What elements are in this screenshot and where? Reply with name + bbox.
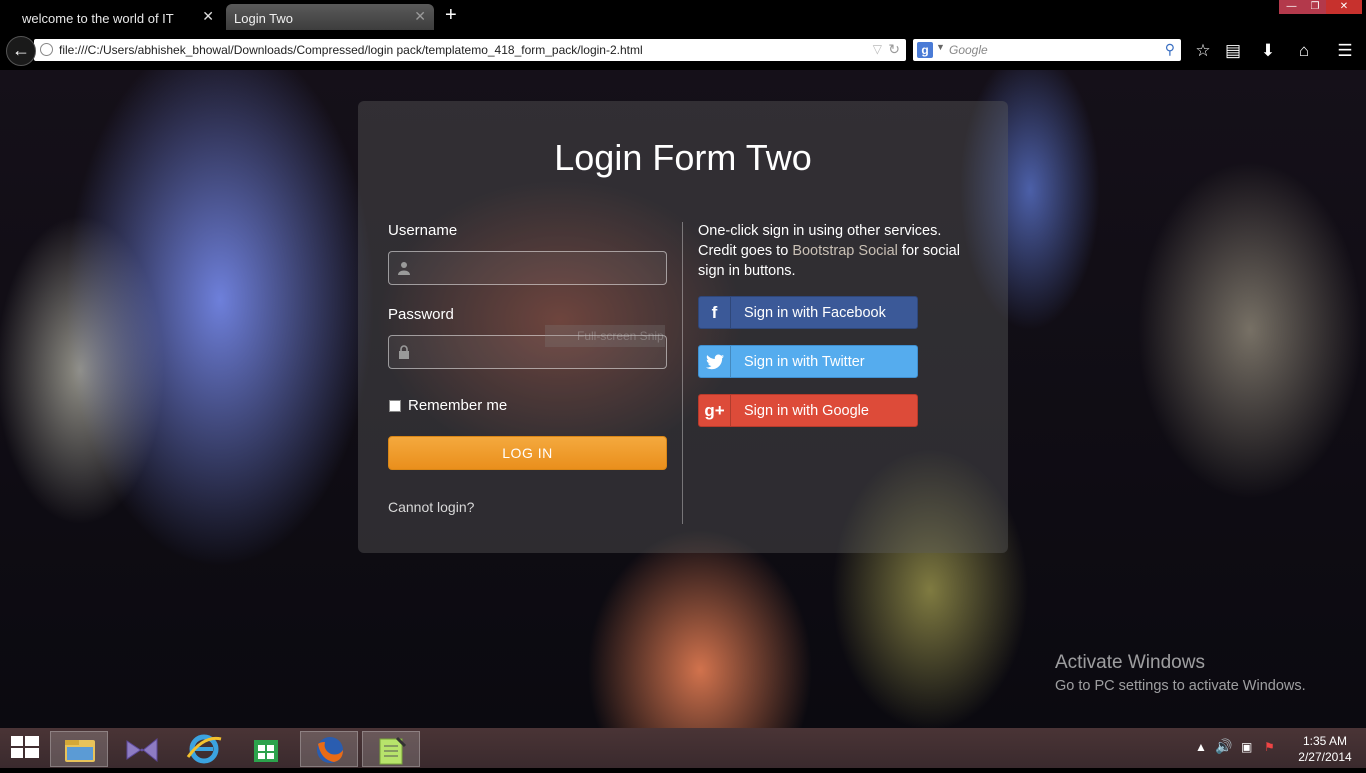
cannot-login-link[interactable]: Cannot login? [388,499,474,515]
address-text: file:///C:/Users/abhishek_bhowal/Downloa… [59,43,643,57]
bookmark-star-icon[interactable]: ☆ [1192,40,1214,62]
new-tab-button[interactable]: + [445,5,457,25]
remember-checkbox[interactable] [389,400,401,412]
firefox-icon[interactable] [300,731,358,767]
user-icon [398,262,410,275]
bookmarks-list-icon[interactable]: ▤ [1222,40,1244,62]
google-label: Sign in with Google [744,403,869,419]
chevron-down-icon[interactable]: ▼ [936,42,945,52]
page-title: Login Form Two [554,137,812,178]
twitter-label: Sign in with Twitter [744,354,865,370]
visual-studio-icon[interactable] [113,731,171,767]
taskbar-clock[interactable]: 1:35 AM 2/27/2014 [1296,733,1354,765]
activate-windows-watermark: Activate Windows Go to PC settings to ac… [1055,652,1306,694]
search-placeholder: Google [949,43,988,57]
login-button[interactable]: LOG IN [388,436,667,470]
search-bar[interactable]: g ▼ Google ⚲ [913,39,1181,61]
username-field[interactable] [388,251,667,285]
speaker-icon[interactable]: 🔊 [1215,738,1232,755]
lock-icon [399,345,409,359]
facebook-signin-button[interactable]: f Sign in with Facebook [698,296,918,329]
divider [682,222,683,524]
dropdown-arrow-icon[interactable]: ▽ [873,42,882,56]
tab-welcome[interactable]: welcome to the world of IT ✕ [0,4,222,30]
watermark-subtitle: Go to PC settings to activate Windows. [1055,678,1306,694]
close-icon[interactable]: ✕ [414,9,426,23]
watermark-title: Activate Windows [1055,652,1205,673]
reload-icon[interactable]: ↻ [888,41,900,58]
password-label: Password [388,306,454,323]
twitter-icon [699,346,731,377]
minimize-button[interactable]: — [1279,0,1304,14]
page-background: Login Form Two Username Password Remembe… [0,70,1366,728]
windows-start-icon[interactable] [11,736,39,760]
action-center-flag-icon[interactable]: ⚑ [1264,740,1275,754]
search-icon[interactable]: ⚲ [1165,41,1175,58]
social-description: One-click sign in using other services. … [698,221,978,281]
home-icon[interactable]: ⌂ [1293,40,1315,62]
tab-bar: welcome to the world of IT ✕ Login Two ✕… [0,0,1366,32]
internet-explorer-icon[interactable] [175,731,233,767]
login-panel: Login Form Two Username Password Remembe… [358,101,1008,553]
windows-store-icon[interactable] [237,731,295,767]
facebook-icon: f [699,297,731,328]
tab-label: welcome to the world of IT [22,11,174,26]
downloads-icon[interactable]: ⬇ [1257,40,1279,62]
address-bar[interactable]: file:///C:/Users/abhishek_bhowal/Downloa… [34,39,906,61]
tab-login-two[interactable]: Login Two ✕ [226,4,434,30]
bootstrap-social-link[interactable]: Bootstrap Social [792,243,898,259]
username-label: Username [388,222,458,239]
clock-time: 1:35 AM [1302,734,1348,748]
file-explorer-icon[interactable] [50,731,108,767]
close-icon[interactable]: ✕ [202,9,214,23]
google-icon[interactable]: g [917,42,933,58]
chevron-up-icon[interactable]: ▲ [1195,740,1207,754]
remember-label[interactable]: Remember me [408,397,507,414]
google-plus-icon: g+ [699,395,731,426]
clock-date: 2/27/2014 [1298,750,1352,764]
notepad-plus-icon[interactable] [362,731,420,767]
twitter-signin-button[interactable]: Sign in with Twitter [698,345,918,378]
menu-icon[interactable]: ☰ [1334,40,1356,62]
restore-button[interactable]: ❐ [1304,0,1326,14]
snip-overlay-label: Full-screen Snip [545,325,665,347]
network-icon[interactable]: ▣ [1241,740,1252,754]
tab-label: Login Two [234,11,294,26]
back-button[interactable]: ← [6,36,36,66]
close-window-button[interactable]: ✕ [1326,0,1362,14]
facebook-label: Sign in with Facebook [744,305,886,321]
globe-icon [40,43,53,56]
google-signin-button[interactable]: g+ Sign in with Google [698,394,918,427]
